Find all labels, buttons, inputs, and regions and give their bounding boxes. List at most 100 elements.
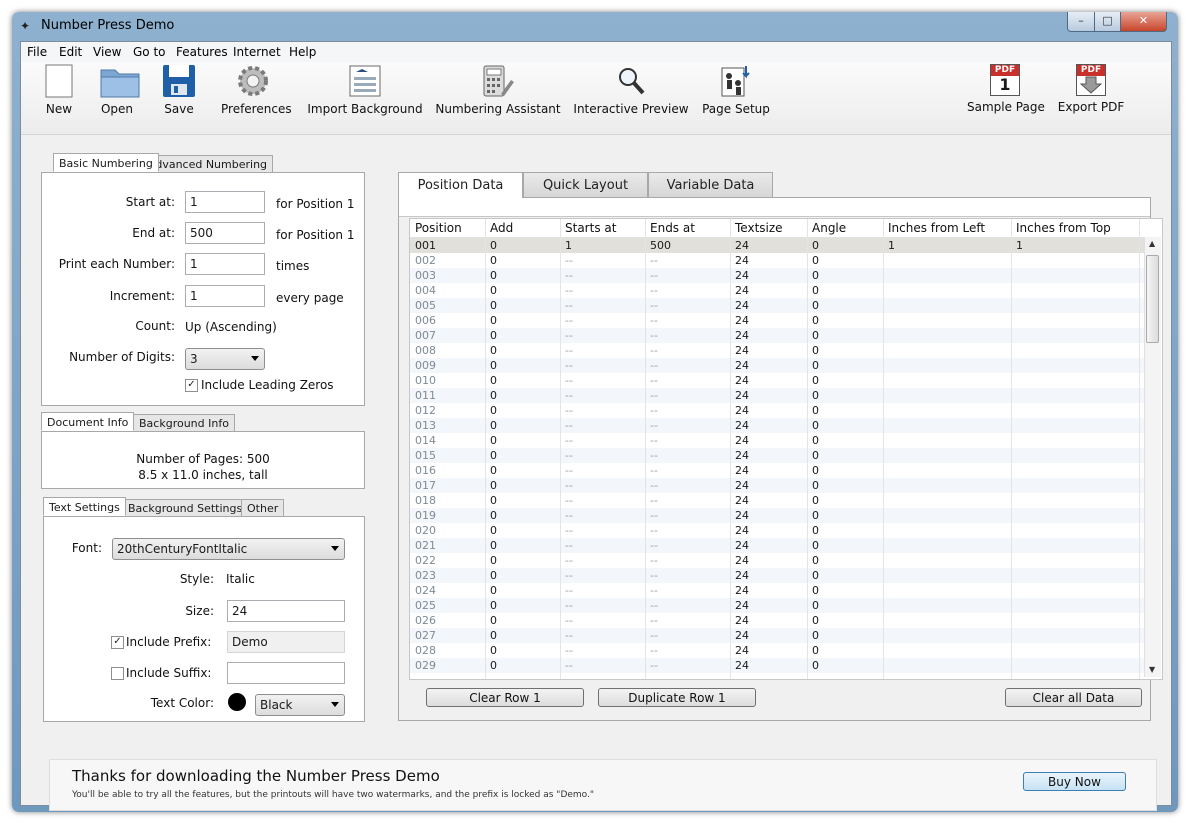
tab-basic-numbering[interactable]: Basic Numbering	[53, 153, 159, 172]
table-cell[interactable]: 0	[490, 374, 497, 387]
table-cell[interactable]: 0	[812, 479, 819, 492]
maximize-button[interactable]: □	[1094, 12, 1121, 32]
table-cell[interactable]: 005	[415, 299, 436, 312]
table-row[interactable]: 006 0 -- -- 24 0	[410, 313, 1144, 328]
table-cell[interactable]: 010	[415, 374, 436, 387]
table-cell[interactable]: --	[565, 344, 573, 357]
table-cell[interactable]: 008	[415, 344, 436, 357]
table-cell[interactable]: 001	[415, 239, 436, 252]
table-cell[interactable]: 1	[1016, 239, 1023, 252]
table-row[interactable]: 008 0 -- -- 24 0	[410, 343, 1144, 358]
table-cell[interactable]: --	[565, 614, 573, 627]
table-cell[interactable]: 24	[735, 464, 749, 477]
table-cell[interactable]: 0	[490, 464, 497, 477]
table-cell[interactable]: 0	[812, 314, 819, 327]
table-row[interactable]: 012 0 -- -- 24 0	[410, 403, 1144, 418]
table-cell[interactable]: 0	[812, 389, 819, 402]
table-cell[interactable]: --	[565, 554, 573, 567]
table-row[interactable]: 019 0 -- -- 24 0	[410, 508, 1144, 523]
menu-goto[interactable]: Go to	[133, 45, 166, 59]
scroll-thumb[interactable]	[1146, 255, 1159, 343]
table-cell[interactable]: --	[565, 389, 573, 402]
tab-other[interactable]: Other	[241, 499, 285, 517]
table-cell[interactable]: 021	[415, 539, 436, 552]
table-cell[interactable]: --	[565, 539, 573, 552]
table-cell[interactable]: 0	[490, 389, 497, 402]
duplicate-row-button[interactable]: Duplicate Row 1	[598, 688, 756, 707]
interactive-preview-button[interactable]: Interactive Preview	[573, 64, 689, 116]
table-cell[interactable]: 24	[735, 374, 749, 387]
table-cell[interactable]: 023	[415, 569, 436, 582]
table-cell[interactable]: --	[650, 299, 658, 312]
table-cell[interactable]: 0	[490, 434, 497, 447]
table-cell[interactable]: 0	[812, 554, 819, 567]
table-cell[interactable]: --	[565, 374, 573, 387]
table-cell[interactable]: --	[650, 284, 658, 297]
table-cell[interactable]: 24	[735, 449, 749, 462]
end-at-field[interactable]: 500	[185, 222, 265, 244]
table-cell[interactable]: 24	[735, 254, 749, 267]
table-cell[interactable]: 014	[415, 434, 436, 447]
clear-all-data-button[interactable]: Clear all Data	[1005, 688, 1142, 707]
table-row[interactable]: 022 0 -- -- 24 0	[410, 553, 1144, 568]
table-cell[interactable]: 016	[415, 464, 436, 477]
table-cell[interactable]: 0	[490, 449, 497, 462]
table-cell[interactable]: 0	[490, 344, 497, 357]
table-cell[interactable]: 24	[735, 479, 749, 492]
menu-help[interactable]: Help	[289, 45, 316, 59]
column-header[interactable]: Inches from Left	[888, 221, 985, 235]
title-bar[interactable]: ✦ Number Press Demo – □ ✕	[12, 12, 1178, 40]
table-row[interactable]: 020 0 -- -- 24 0	[410, 523, 1144, 538]
table-cell[interactable]: --	[650, 494, 658, 507]
table-cell[interactable]: 0	[490, 239, 497, 252]
table-cell[interactable]: 027	[415, 629, 436, 642]
table-cell[interactable]: 019	[415, 509, 436, 522]
table-cell[interactable]: 0	[490, 614, 497, 627]
close-button[interactable]: ✕	[1120, 12, 1167, 32]
column-header[interactable]: Position	[415, 221, 462, 235]
table-cell[interactable]: --	[650, 434, 658, 447]
table-cell[interactable]: 0	[812, 329, 819, 342]
table-row[interactable]: 001 0 1 500 24 0 1 1	[410, 238, 1144, 253]
table-cell[interactable]: 24	[735, 299, 749, 312]
table-cell[interactable]: 1	[565, 239, 572, 252]
table-cell[interactable]: 0	[490, 644, 497, 657]
table-cell[interactable]: 002	[415, 254, 436, 267]
table-cell[interactable]: --	[650, 509, 658, 522]
table-cell[interactable]: 24	[735, 434, 749, 447]
table-cell[interactable]: 24	[735, 359, 749, 372]
table-cell[interactable]: --	[565, 479, 573, 492]
table-cell[interactable]: --	[650, 359, 658, 372]
table-cell[interactable]: 029	[415, 659, 436, 672]
table-cell[interactable]: --	[650, 554, 658, 567]
table-cell[interactable]: 003	[415, 269, 436, 282]
table-cell[interactable]: 0	[812, 509, 819, 522]
table-cell[interactable]: --	[565, 419, 573, 432]
table-cell[interactable]: --	[650, 629, 658, 642]
table-cell[interactable]: --	[565, 284, 573, 297]
table-row[interactable]: 025 0 -- -- 24 0	[410, 598, 1144, 613]
include-prefix-checkbox[interactable]: ✓	[111, 636, 124, 649]
table-cell[interactable]: --	[565, 449, 573, 462]
table-cell[interactable]: 24	[735, 494, 749, 507]
table-cell[interactable]: 013	[415, 419, 436, 432]
digits-select[interactable]: 3	[185, 348, 265, 370]
table-cell[interactable]: --	[565, 359, 573, 372]
table-cell[interactable]: --	[565, 644, 573, 657]
color-swatch[interactable]	[228, 693, 246, 711]
table-cell[interactable]: --	[565, 404, 573, 417]
table-cell[interactable]: --	[565, 314, 573, 327]
size-field[interactable]: 24	[227, 600, 345, 622]
table-cell[interactable]: 0	[490, 539, 497, 552]
prefix-field[interactable]: Demo	[227, 631, 345, 653]
table-cell[interactable]: --	[565, 599, 573, 612]
table-cell[interactable]: --	[565, 524, 573, 537]
suffix-field[interactable]	[227, 662, 345, 684]
table-cell[interactable]: 24	[735, 554, 749, 567]
table-cell[interactable]: 24	[735, 314, 749, 327]
table-cell[interactable]: --	[650, 464, 658, 477]
table-cell[interactable]: 0	[490, 329, 497, 342]
table-cell[interactable]: 018	[415, 494, 436, 507]
table-cell[interactable]: 0	[812, 659, 819, 672]
table-cell[interactable]: 028	[415, 644, 436, 657]
